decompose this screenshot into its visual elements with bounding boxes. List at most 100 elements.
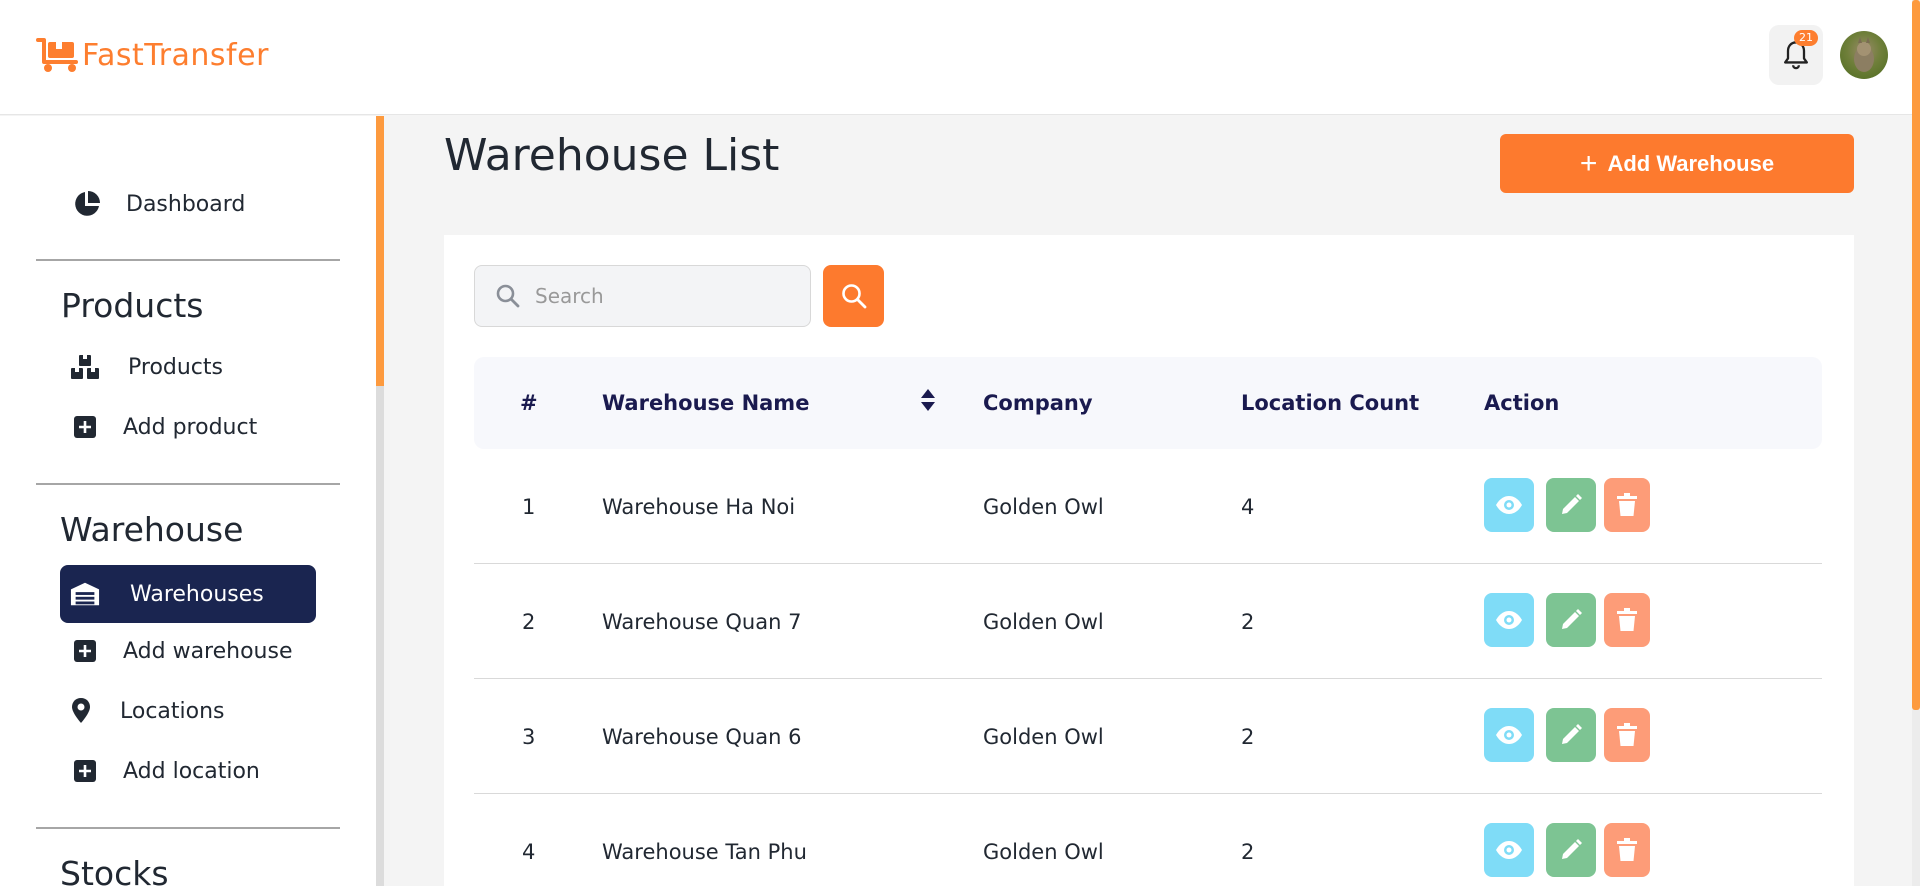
search-input[interactable] — [535, 284, 775, 308]
add-warehouse-label: Add Warehouse — [1607, 150, 1775, 176]
sidebar: Dashboard Products Products Add product … — [0, 116, 376, 886]
eye-icon — [1496, 841, 1522, 859]
plus-square-icon — [70, 412, 100, 442]
view-button[interactable] — [1484, 478, 1534, 532]
cell-company: Golden Owl — [983, 839, 1104, 864]
cell-company: Golden Owl — [983, 494, 1104, 519]
eye-icon — [1496, 496, 1522, 514]
view-button[interactable] — [1484, 593, 1534, 647]
cell-location-count: 2 — [1241, 839, 1255, 864]
table-header: # Warehouse Name Company Location Count … — [474, 357, 1822, 449]
page-scrollbar[interactable] — [1912, 0, 1920, 886]
cell-warehouse-name: Warehouse Quan 6 — [602, 724, 802, 749]
sidebar-item-label: Products — [128, 354, 223, 380]
sidebar-item-label: Add product — [123, 414, 258, 440]
app-name: FastTransfer — [82, 37, 269, 73]
section-title-stocks: Stocks — [60, 854, 169, 886]
view-button[interactable] — [1484, 708, 1534, 762]
column-header-index: # — [520, 391, 538, 415]
page-title: Warehouse List — [444, 130, 780, 181]
sidebar-divider — [36, 259, 340, 261]
search-icon — [496, 284, 520, 308]
notifications-button[interactable]: 21 — [1769, 25, 1823, 85]
pencil-icon — [1562, 839, 1582, 859]
cell-location-count: 4 — [1241, 494, 1255, 519]
sidebar-item-label: Locations — [120, 698, 225, 724]
column-header-warehouse-name[interactable]: Warehouse Name — [602, 357, 809, 449]
sidebar-item-label: Add location — [123, 758, 260, 784]
table-row: 4 Warehouse Tan Phu Golden Owl 2 — [474, 794, 1822, 886]
trash-icon — [1617, 838, 1637, 861]
boxes-icon — [70, 352, 100, 382]
plus-square-icon — [70, 636, 100, 666]
sidebar-item-add-product[interactable]: Add product — [70, 398, 257, 456]
cell-index: 3 — [522, 724, 536, 749]
sidebar-scrollbar[interactable] — [376, 116, 384, 886]
eye-icon — [1496, 611, 1522, 629]
sidebar-scrollbar-thumb[interactable] — [376, 116, 384, 386]
sidebar-item-dashboard[interactable]: Dashboard — [72, 175, 245, 233]
section-title-warehouse: Warehouse — [60, 510, 244, 549]
cell-location-count: 2 — [1241, 724, 1255, 749]
edit-button[interactable] — [1546, 593, 1596, 647]
page-scrollbar-thumb[interactable] — [1912, 0, 1920, 710]
sidebar-item-label: Warehouses — [130, 581, 264, 607]
sort-icon[interactable] — [920, 388, 936, 412]
eye-icon — [1496, 726, 1522, 744]
cell-company: Golden Owl — [983, 724, 1104, 749]
column-header-action: Action — [1484, 391, 1560, 415]
truck-logo-icon — [36, 38, 78, 72]
top-header: FastTransfer 21 — [0, 0, 1920, 115]
sidebar-divider — [36, 483, 340, 485]
pencil-icon — [1562, 724, 1582, 744]
sidebar-item-label: Add warehouse — [123, 638, 293, 664]
cell-warehouse-name: Warehouse Quan 7 — [602, 609, 802, 634]
add-warehouse-button[interactable]: + Add Warehouse — [1500, 134, 1854, 193]
cell-location-count: 2 — [1241, 609, 1255, 634]
table-row: 1 Warehouse Ha Noi Golden Owl 4 — [474, 449, 1822, 564]
cell-warehouse-name: Warehouse Ha Noi — [602, 494, 796, 519]
plus-icon: + — [1579, 146, 1598, 180]
cell-warehouse-name: Warehouse Tan Phu — [602, 839, 807, 864]
notification-badge: 21 — [1794, 30, 1818, 46]
logo[interactable]: FastTransfer — [36, 36, 269, 74]
sidebar-divider — [36, 827, 340, 829]
cell-index: 4 — [522, 839, 536, 864]
edit-button[interactable] — [1546, 478, 1596, 532]
sidebar-item-warehouses[interactable]: Warehouses — [60, 565, 316, 623]
table-row: 2 Warehouse Quan 7 Golden Owl 2 — [474, 564, 1822, 679]
sidebar-item-products[interactable]: Products — [70, 338, 223, 396]
column-header-company: Company — [983, 391, 1093, 415]
edit-button[interactable] — [1546, 823, 1596, 877]
avatar[interactable] — [1840, 31, 1888, 79]
search-button[interactable] — [823, 265, 884, 327]
view-button[interactable] — [1484, 823, 1534, 877]
sidebar-item-label: Dashboard — [126, 191, 246, 217]
trash-icon — [1617, 493, 1637, 516]
delete-button[interactable] — [1604, 478, 1650, 532]
edit-button[interactable] — [1546, 708, 1596, 762]
delete-button[interactable] — [1604, 708, 1650, 762]
trash-icon — [1617, 723, 1637, 746]
pie-chart-icon — [72, 189, 102, 219]
cell-index: 1 — [522, 494, 536, 519]
search-field[interactable] — [474, 265, 811, 327]
sidebar-item-add-location[interactable]: Add location — [70, 742, 260, 800]
cell-company: Golden Owl — [983, 609, 1104, 634]
map-pin-icon — [66, 696, 96, 726]
sidebar-item-add-warehouse[interactable]: Add warehouse — [70, 622, 293, 680]
delete-button[interactable] — [1604, 823, 1650, 877]
trash-icon — [1617, 608, 1637, 631]
pencil-icon — [1562, 494, 1582, 514]
pencil-icon — [1562, 609, 1582, 629]
column-header-location-count: Location Count — [1241, 391, 1420, 415]
plus-square-icon — [70, 756, 100, 786]
avatar-image — [1854, 37, 1874, 72]
sidebar-item-locations[interactable]: Locations — [66, 682, 225, 740]
warehouse-icon — [70, 579, 100, 609]
search-icon — [841, 284, 866, 309]
table-row: 3 Warehouse Quan 6 Golden Owl 2 — [474, 679, 1822, 794]
section-title-products: Products — [61, 286, 204, 325]
cell-index: 2 — [522, 609, 536, 634]
delete-button[interactable] — [1604, 593, 1650, 647]
